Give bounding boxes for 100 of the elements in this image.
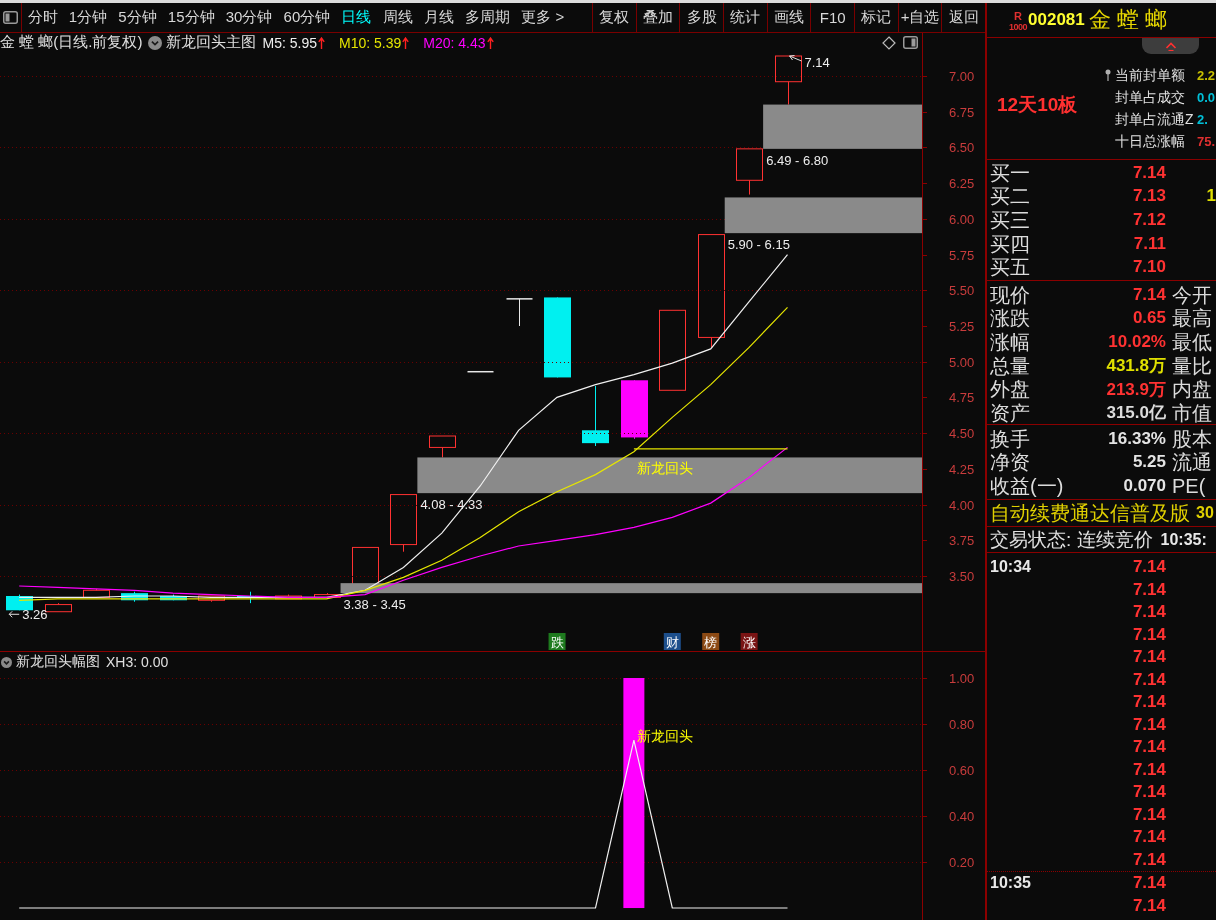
trade-status: 交易状态: 连续竞价 — [990, 527, 1153, 552]
tick-price: 7.14 — [1132, 873, 1166, 894]
bid-label: 买三 — [989, 209, 1031, 231]
chevron-down-icon[interactable] — [1, 656, 12, 668]
axis-label: 4.75 — [949, 390, 975, 406]
axis-label: 5.25 — [949, 319, 975, 334]
stat-value: 75. — [1197, 134, 1216, 149]
indicator-reading: M20: 4.43 — [423, 34, 486, 51]
period-tab[interactable]: 1分钟 — [63, 3, 113, 32]
panel-icon[interactable] — [3, 11, 18, 24]
toolbar-button[interactable]: F10 — [810, 3, 855, 32]
panel-icon[interactable] — [903, 36, 918, 49]
quote-value: 10.02% — [1108, 332, 1166, 352]
quote-value: 431.8万 — [1106, 355, 1166, 378]
axis-label: 6.50 — [949, 140, 975, 156]
bid-price: 7.14 — [1132, 162, 1166, 183]
quote-label: 外盘 — [989, 378, 1031, 401]
quote-label: 最高 — [1171, 307, 1213, 330]
chevron-down-icon[interactable] — [147, 35, 162, 50]
bid-price: 7.10 — [1132, 257, 1166, 278]
stat-label: 十日总涨幅 — [1115, 132, 1186, 151]
toolbar-button[interactable]: 复权 — [592, 3, 636, 32]
period-tab[interactable]: 5分钟 — [112, 3, 163, 32]
period-tab[interactable]: 分时 — [22, 3, 64, 32]
bid-label: 买一 — [989, 161, 1031, 184]
stock-name: 金 螳 螂 — [1088, 6, 1167, 34]
axis-label: 4.00 — [949, 497, 975, 513]
quote-value: 5.25 — [1132, 452, 1166, 473]
axis-label: 4.25 — [949, 461, 975, 477]
event-tag: 跌 — [548, 633, 566, 650]
period-tab[interactable]: 更多 > — [515, 3, 570, 32]
stat-label: 当前封单额 — [1115, 66, 1186, 85]
axis-label: 6.00 — [949, 211, 975, 227]
toolbar-button[interactable]: 统计 — [723, 3, 767, 32]
quote-label: 净资 — [989, 451, 1031, 474]
quote-label: 现价 — [989, 283, 1031, 306]
quote-label: 流通 — [1171, 451, 1213, 474]
tick-price: 7.14 — [1132, 737, 1166, 758]
tick-price: 7.14 — [1132, 602, 1166, 623]
toolbar-button[interactable]: 画线 — [766, 3, 811, 32]
status-time: 10:35: — [1160, 530, 1207, 549]
axis-label: 0.20 — [949, 855, 975, 871]
axis-label: 6.75 — [949, 104, 975, 120]
indicator-reading: M5: 5.95 — [262, 34, 317, 51]
quote-label: 最低 — [1171, 331, 1213, 353]
axis-label: 4.50 — [949, 426, 975, 442]
tick-price: 7.14 — [1132, 714, 1166, 735]
axis-label: 5.75 — [949, 247, 975, 263]
period-tab[interactable]: 周线 — [377, 3, 419, 32]
rating-letter: R — [1014, 11, 1022, 22]
tick-price: 7.14 — [1132, 669, 1166, 690]
axis-label: 5.00 — [949, 354, 975, 370]
event-tag: 涨 — [740, 633, 758, 650]
axis-label: 7.00 — [949, 69, 975, 84]
tick-price: 7.14 — [1132, 782, 1166, 803]
period-tab[interactable]: 15分钟 — [162, 3, 221, 32]
promo-text: 自动续费通达信普及版 — [990, 500, 1190, 526]
indicator-reading: M10: 5.39 — [339, 34, 402, 51]
limit-up-streak: 12天10板 — [996, 92, 1079, 117]
quote-label: 今开 — [1171, 283, 1213, 306]
stat-value: 0.0 — [1197, 90, 1216, 105]
quote-label: 量比 — [1171, 354, 1213, 377]
quote-label: 涨幅 — [989, 331, 1031, 353]
bid-label: 买二 — [989, 185, 1031, 208]
quote-value: 7.14 — [1132, 284, 1166, 305]
rating-number: 1000 — [1009, 22, 1028, 32]
quote-value: 0.070 — [1123, 476, 1166, 496]
quote-value: 16.33% — [1108, 428, 1166, 449]
stat-value: 2.2 — [1197, 68, 1216, 83]
bid-volume: 1 — [1206, 186, 1216, 207]
period-tab[interactable]: 多周期 — [459, 3, 516, 32]
chart-title: 新龙回头幅图 — [16, 653, 100, 671]
quote-label: 市值 — [1171, 401, 1213, 424]
tick-price: 7.14 — [1132, 804, 1166, 825]
tick-price: 7.14 — [1132, 579, 1166, 600]
period-tab[interactable]: 30分钟 — [220, 3, 278, 32]
tick-price: 7.14 — [1132, 692, 1166, 713]
promo-value: 30 — [1196, 504, 1214, 522]
toolbar-button[interactable]: 标记 — [854, 3, 898, 32]
axis-label: 3.75 — [949, 533, 975, 549]
period-tab[interactable]: 日线 — [335, 3, 378, 32]
quote-label: 总量 — [989, 354, 1031, 377]
period-tab[interactable]: 60分钟 — [278, 3, 336, 32]
axis-label: 6.25 — [949, 176, 975, 192]
tick-price: 7.14 — [1132, 624, 1166, 645]
tick-price: 7.14 — [1132, 557, 1166, 578]
axis-label: 0.40 — [949, 809, 975, 824]
bid-label: 买四 — [989, 232, 1031, 255]
tick-price: 7.14 — [1132, 647, 1166, 668]
diamond-icon[interactable] — [882, 35, 896, 50]
collapse-tab[interactable] — [1142, 38, 1199, 54]
toolbar-button[interactable]: 多股 — [679, 3, 723, 32]
toolbar-button[interactable]: 叠加 — [635, 3, 680, 32]
chart-title: 金 螳 螂(日线.前复权) — [0, 33, 143, 52]
toolbar-button[interactable]: 返回 — [941, 3, 986, 32]
toolbar-button[interactable]: +自选 — [897, 3, 942, 32]
period-tab[interactable]: 月线 — [418, 3, 460, 32]
axis-label: 5.50 — [949, 283, 975, 299]
tick-price: 7.14 — [1132, 895, 1166, 916]
formula-name: 新龙回头主图 — [165, 33, 256, 52]
